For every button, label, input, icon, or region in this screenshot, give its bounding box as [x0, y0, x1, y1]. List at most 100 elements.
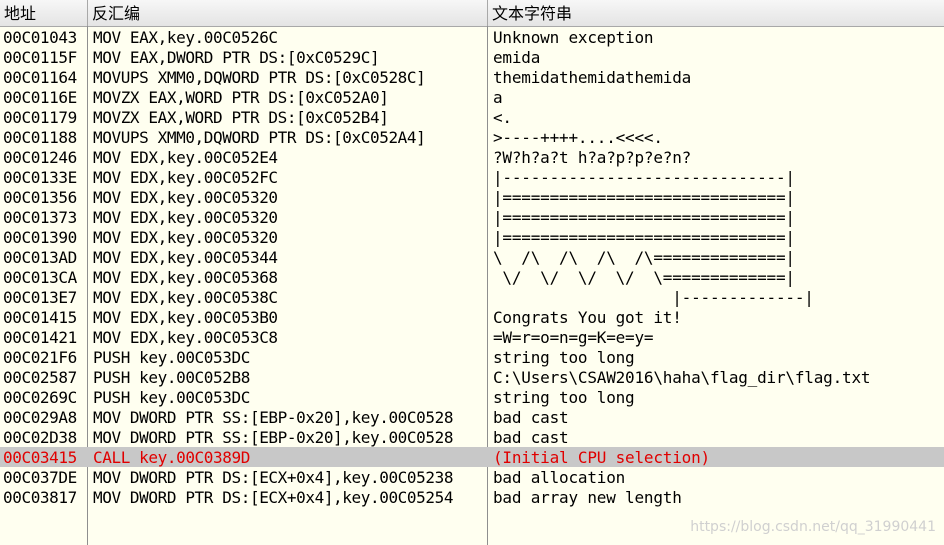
table-row[interactable]: 00C01390 MOV EDX,key.00C05320 |===========… [0, 227, 944, 247]
row-address: 00C01415 [3, 308, 77, 327]
row-address: 00C013CA [3, 268, 77, 287]
row-address: 00C029A8 [3, 408, 77, 427]
row-disassembly: MOV EDX,key.00C052FC [93, 168, 278, 187]
row-disassembly: MOV EDX,key.00C053C8 [93, 328, 278, 347]
row-disassembly: MOV EDX,key.00C053B0 [93, 308, 278, 327]
row-address: 00C037DE [3, 468, 77, 487]
table-row[interactable]: 00C01179 MOVZX EAX,WORD PTR DS:[0xC052B4]… [0, 107, 944, 127]
row-disassembly: MOVUPS XMM0,DQWORD PTR DS:[0xC052A4] [93, 128, 426, 147]
row-text-string: ?W?h?a?t h?a?p?p?e?n? [493, 148, 692, 167]
row-disassembly: MOV EAX,DWORD PTR DS:[0xC0529C] [93, 48, 380, 67]
table-row[interactable]: 00C01373 MOV EDX,key.00C05320 |===========… [0, 207, 944, 227]
row-disassembly: MOV DWORD PTR DS:[ECX+0x4],key.00C05254 [93, 488, 454, 507]
row-disassembly: MOV EDX,key.00C052E4 [93, 148, 278, 167]
row-text-string: |------------------------------| [493, 168, 795, 187]
table-row[interactable]: 00C02D38 MOV DWORD PTR SS:[EBP-0x20],key.… [0, 427, 944, 447]
row-text-string: (Initial CPU selection) [493, 448, 710, 467]
row-disassembly: MOV DWORD PTR SS:[EBP-0x20],key.00C0528 [93, 408, 454, 427]
row-disassembly: MOV EAX,key.00C0526C [93, 28, 278, 47]
table-row[interactable]: 00C01356 MOV EDX,key.00C05320 |===========… [0, 187, 944, 207]
table-row[interactable]: 00C01421 MOV EDX,key.00C053C8 =W=r=o=n=g=K… [0, 327, 944, 347]
row-address: 00C02587 [3, 368, 77, 387]
row-disassembly: PUSH key.00C053DC [93, 348, 250, 367]
table-row[interactable]: 00C013CA MOV EDX,key.00C05368 \/ \/ \/ \/… [0, 267, 944, 287]
row-text-string: bad cast [493, 428, 569, 447]
row-text-string: |-------------| [493, 288, 814, 307]
table-row[interactable]: 00C037DE MOV DWORD PTR DS:[ECX+0x4],key.0… [0, 467, 944, 487]
row-text-string: a [493, 88, 503, 107]
row-text-string: <. [493, 108, 512, 127]
table-row[interactable]: 00C03817 MOV DWORD PTR DS:[ECX+0x4],key.0… [0, 487, 944, 507]
row-text-string: C:\Users\CSAW2016\haha\flag_dir\flag.txt [493, 368, 871, 387]
row-disassembly: MOV EDX,key.00C05320 [93, 188, 278, 207]
string-reference-list: 00C01043 MOV EAX,key.00C0526C Unknown exce… [0, 27, 944, 507]
row-text-string: Unknown exception [493, 28, 654, 47]
row-address: 00C0115F [3, 48, 77, 67]
table-row[interactable]: 00C013E7 MOV EDX,key.00C0538C |----------… [0, 287, 944, 307]
table-row[interactable]: 00C01164 MOVUPS XMM0,DQWORD PTR DS:[0xC05… [0, 67, 944, 87]
table-row[interactable]: 00C01246 MOV EDX,key.00C052E4 ?W?h?a?t h?a… [0, 147, 944, 167]
row-disassembly: MOVZX EAX,WORD PTR DS:[0xC052A0] [93, 88, 389, 107]
row-address: 00C021F6 [3, 348, 77, 367]
row-disassembly: PUSH key.00C052B8 [93, 368, 250, 387]
row-text-string: bad array new length [493, 488, 682, 507]
row-text-string: |==============================| [493, 228, 795, 247]
row-address: 00C02D38 [3, 428, 77, 447]
table-row[interactable]: 00C021F6 PUSH key.00C053DC string too long [0, 347, 944, 367]
row-text-string: >----++++....<<<<. [493, 128, 663, 147]
row-address: 00C01188 [3, 128, 77, 147]
table-row[interactable]: 00C0115F MOV EAX,DWORD PTR DS:[0xC0529C] e… [0, 47, 944, 67]
row-address: 00C0269C [3, 388, 77, 407]
row-text-string: Congrats You got it! [493, 308, 682, 327]
table-row[interactable]: 00C03415 CALL key.00C0389D (Initial CPU se… [0, 447, 944, 467]
row-disassembly: MOV EDX,key.00C05320 [93, 208, 278, 227]
row-disassembly: MOV EDX,key.00C05344 [93, 248, 278, 267]
column-header-text-string[interactable]: 文本字符串 [488, 0, 944, 26]
row-disassembly: PUSH key.00C053DC [93, 388, 250, 407]
row-address: 00C013E7 [3, 288, 77, 307]
row-text-string: |==============================| [493, 188, 795, 207]
table-row[interactable]: 00C01188 MOVUPS XMM0,DQWORD PTR DS:[0xC05… [0, 127, 944, 147]
row-address: 00C01164 [3, 68, 77, 87]
row-text-string: emida [493, 48, 541, 67]
row-disassembly: CALL key.00C0389D [93, 448, 250, 467]
table-row[interactable]: 00C029A8 MOV DWORD PTR SS:[EBP-0x20],key.… [0, 407, 944, 427]
row-disassembly: MOV DWORD PTR DS:[ECX+0x4],key.00C05238 [93, 468, 454, 487]
row-address: 00C013AD [3, 248, 77, 267]
row-address: 00C01179 [3, 108, 77, 127]
table-row[interactable]: 00C02587 PUSH key.00C052B8 C:\Users\CSAW20… [0, 367, 944, 387]
row-text-string: bad cast [493, 408, 569, 427]
row-text-string: string too long [493, 348, 635, 367]
row-address: 00C01390 [3, 228, 77, 247]
row-address: 00C01043 [3, 28, 77, 47]
table-row[interactable]: 00C0269C PUSH key.00C053DC string too long [0, 387, 944, 407]
row-address: 00C01373 [3, 208, 77, 227]
row-disassembly: MOV EDX,key.00C05368 [93, 268, 278, 287]
row-disassembly: MOV EDX,key.00C05320 [93, 228, 278, 247]
column-header-bar: 地址 反汇编 文本字符串 [0, 0, 944, 27]
row-disassembly: MOV DWORD PTR SS:[EBP-0x20],key.00C0528 [93, 428, 454, 447]
references-window: 地址 反汇编 文本字符串 00C01043 MOV EAX,key.00C0526… [0, 0, 944, 545]
column-header-disassembly[interactable]: 反汇编 [88, 0, 488, 26]
row-text-string: themidathemidathemida [493, 68, 692, 87]
table-row[interactable]: 00C01415 MOV EDX,key.00C053B0 Congrats You… [0, 307, 944, 327]
table-row[interactable]: 00C0116E MOVZX EAX,WORD PTR DS:[0xC052A0]… [0, 87, 944, 107]
row-text-string: |==============================| [493, 208, 795, 227]
row-address: 00C03817 [3, 488, 77, 507]
watermark: https://blog.csdn.net/qq_31990441 [690, 519, 936, 535]
row-address: 00C01421 [3, 328, 77, 347]
row-address: 00C03415 [3, 448, 77, 467]
table-row[interactable]: 00C013AD MOV EDX,key.00C05344 \ /\ /\ /\ /… [0, 247, 944, 267]
row-text-string: string too long [493, 388, 635, 407]
row-text-string: bad allocation [493, 468, 626, 487]
table-row[interactable]: 00C01043 MOV EAX,key.00C0526C Unknown exce… [0, 27, 944, 47]
table-row[interactable]: 00C0133E MOV EDX,key.00C052FC |-----------… [0, 167, 944, 187]
column-header-address[interactable]: 地址 [0, 0, 88, 26]
row-text-string: \ /\ /\ /\ /\==============| [493, 248, 795, 267]
row-address: 00C0116E [3, 88, 77, 107]
row-address: 00C0133E [3, 168, 77, 187]
row-text-string: =W=r=o=n=g=K=e=y= [493, 328, 654, 347]
row-disassembly: MOVUPS XMM0,DQWORD PTR DS:[0xC0528C] [93, 68, 426, 87]
row-text-string: \/ \/ \/ \/ \=============| [493, 268, 795, 287]
row-disassembly: MOV EDX,key.00C0538C [93, 288, 278, 307]
